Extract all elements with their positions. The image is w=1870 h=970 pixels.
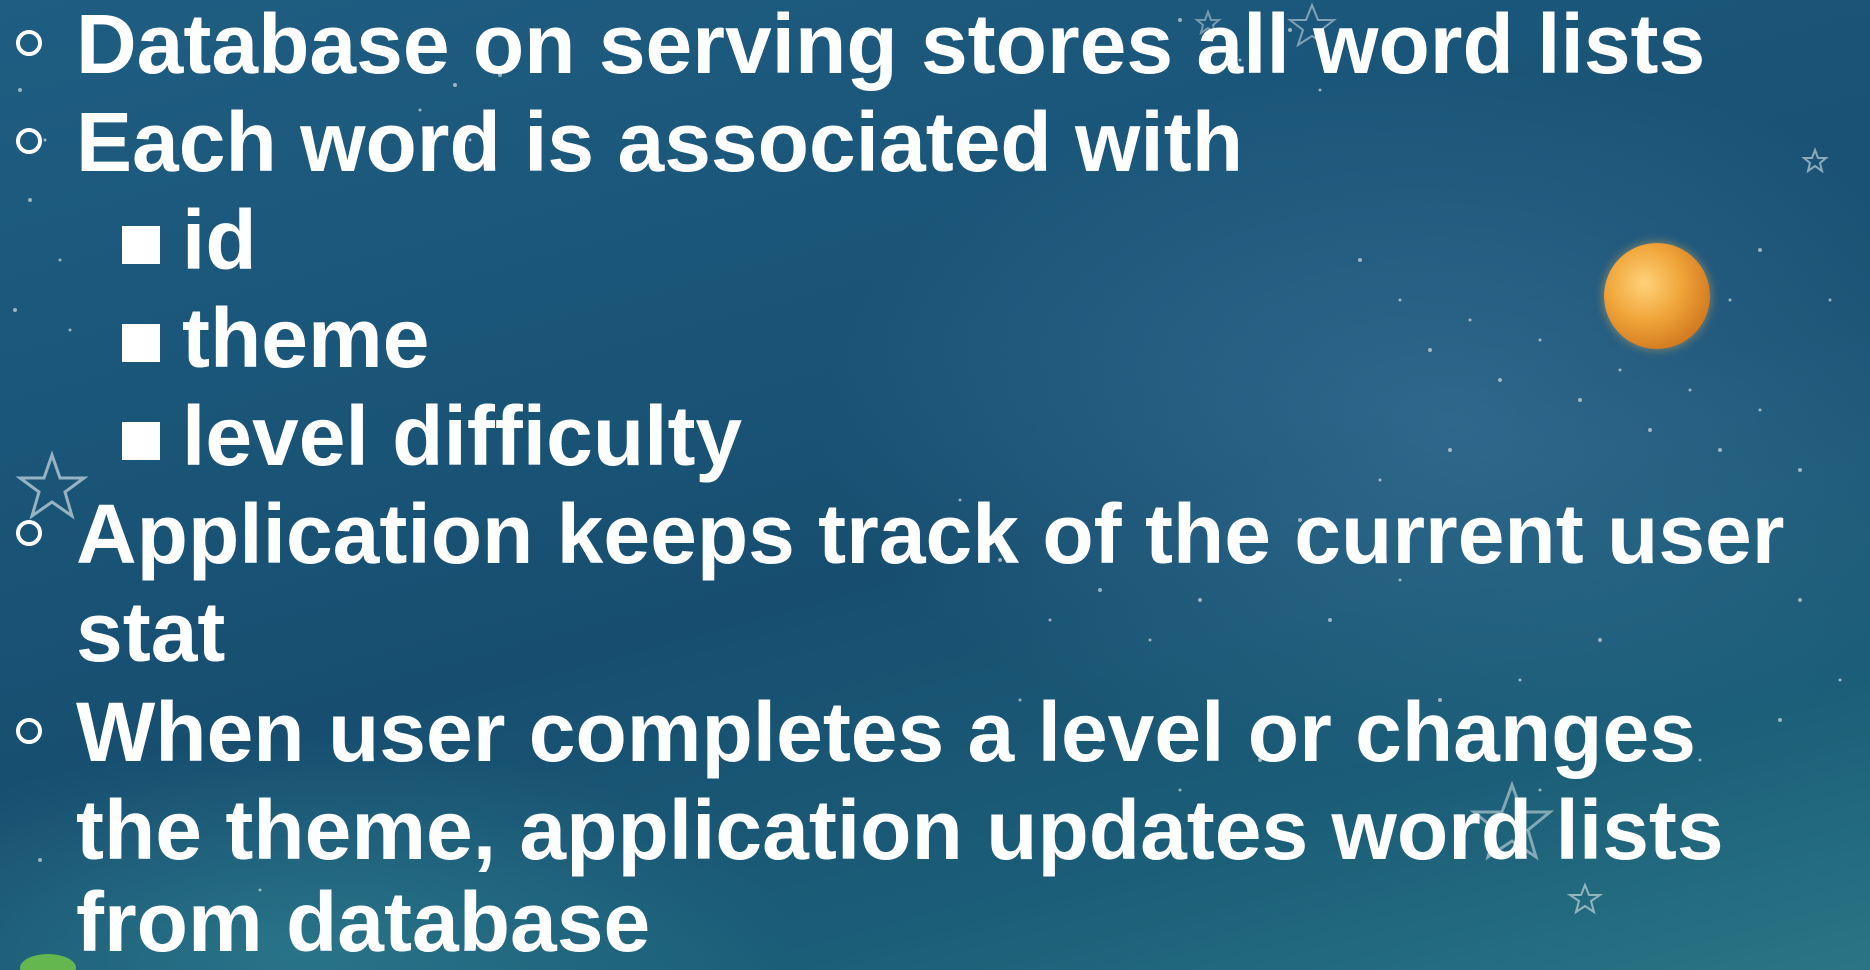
bullet-text: Application keeps track of the current u… <box>76 487 1785 581</box>
sub-bullet-item: level difficulty <box>0 388 1870 484</box>
sub-bullet-item: theme <box>0 290 1870 386</box>
sub-bullet-text: id <box>182 193 257 287</box>
square-bullet-icon <box>122 422 160 460</box>
bullet-continuation: the theme, application updates word list… <box>0 782 1870 878</box>
hollow-bullet-icon <box>16 128 42 154</box>
bullet-text: from database <box>76 875 651 969</box>
bullet-item: Application keeps track of the current u… <box>0 486 1870 582</box>
bullet-text: stat <box>76 585 226 679</box>
bullet-item: Each word is associated with <box>0 94 1870 190</box>
hollow-bullet-icon <box>16 520 42 546</box>
slide-content: Database on serving stores all word list… <box>0 0 1870 970</box>
square-bullet-icon <box>122 226 160 264</box>
bullet-continuation: from database <box>0 874 1870 970</box>
square-bullet-icon <box>122 324 160 362</box>
bullet-text: Database on serving stores all word list… <box>76 0 1706 91</box>
bullet-text: the theme, application updates word list… <box>76 783 1724 877</box>
bullet-text: Each word is associated with <box>76 95 1244 189</box>
bullet-item: Database on serving stores all word list… <box>0 0 1870 92</box>
sub-bullet-text: level difficulty <box>182 389 743 483</box>
hollow-bullet-icon <box>16 718 42 744</box>
bullet-continuation: stat <box>0 584 1870 680</box>
sub-bullet-text: theme <box>182 291 430 385</box>
bullet-item: When user completes a level or changes <box>0 684 1870 780</box>
bullet-text: When user completes a level or changes <box>76 685 1696 779</box>
hollow-bullet-icon <box>16 30 42 56</box>
sub-bullet-item: id <box>0 192 1870 288</box>
